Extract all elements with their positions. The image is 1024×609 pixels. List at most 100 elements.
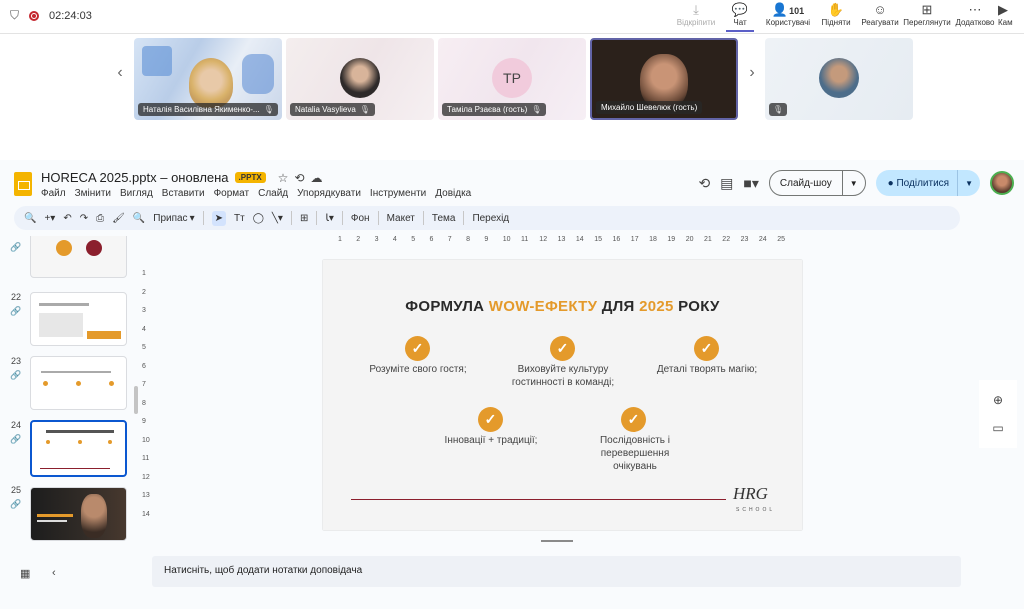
redo-icon[interactable]: ↷ <box>80 213 88 224</box>
move-icon[interactable]: ⟲ <box>294 171 310 185</box>
comment-add-icon[interactable]: ⊞ <box>300 213 308 224</box>
slides-editor: HORECA 2025.pptx – оновлена .PPTX ☆⟲☁ Фа… <box>0 160 1024 609</box>
menu-insert[interactable]: Вставити <box>162 188 205 199</box>
grid-view-icon[interactable]: ▦ <box>20 567 30 580</box>
ruler-tick-label: 3 <box>142 307 146 314</box>
ruler-tick-label: 10 <box>142 436 150 444</box>
comments-icon[interactable]: ▤ <box>720 175 733 192</box>
text-box-icon[interactable]: Tт <box>234 213 245 224</box>
slide-item[interactable]: Розуміте свого гостя; <box>361 363 475 376</box>
share-button[interactable]: ● Поділитися ▼ <box>875 170 980 196</box>
menu-view[interactable]: Вигляд <box>120 188 153 199</box>
new-slide-icon[interactable]: +▾ <box>44 213 55 224</box>
background-button[interactable]: Фон <box>351 213 370 224</box>
chevron-down-icon[interactable]: ▼ <box>841 171 865 195</box>
slide-thumbnail[interactable] <box>30 236 127 278</box>
ruler-tick-label: 17 <box>630 236 639 243</box>
participant-name-tag: Таміла Рзаєва (гость) 🎙 <box>442 103 547 116</box>
chat-button[interactable]: 💬 Чат <box>718 2 762 32</box>
select-tool-icon[interactable]: ➤ <box>211 210 226 226</box>
menu-file[interactable]: Файл <box>41 188 66 199</box>
slides-logo-icon[interactable] <box>14 172 32 196</box>
slideshow-button[interactable]: Слайд-шоу ▼ <box>768 170 866 196</box>
zoom-select[interactable]: Припас ▾ <box>153 213 194 224</box>
attachment-icon: 🔗 <box>10 499 22 509</box>
more-icon: ⋯ <box>968 2 982 17</box>
camera-button[interactable]: ▶ Кам <box>998 2 1024 27</box>
unpin-button[interactable]: ⤓ Відкріпити <box>674 2 718 27</box>
menu-format[interactable]: Формат <box>214 188 250 199</box>
account-avatar[interactable] <box>990 171 1014 195</box>
grid-icon: ⊞ <box>921 2 933 17</box>
recording-icon <box>29 10 40 21</box>
slide-thumbnail[interactable] <box>30 420 127 477</box>
layout-button[interactable]: Макет <box>387 213 415 224</box>
teams-toolbar: ⛉ 02:24:03 ⤓ Відкріпити 💬 Чат 👤101 Користув… <box>0 0 1024 34</box>
slide-thumbnail[interactable] <box>30 292 127 346</box>
vertical-ruler: 1 2 3 4 5 6 7 8 9 10 11 12 13 14 <box>140 260 152 530</box>
line-icon[interactable]: ╲▾ <box>272 213 283 224</box>
checkmark-icon: ✓ <box>478 407 503 432</box>
transition-button[interactable]: Перехід <box>472 213 509 224</box>
undo-icon[interactable]: ↶ <box>63 213 71 224</box>
react-button[interactable]: ☺ Реагувати <box>858 2 902 27</box>
slide-item[interactable]: Інновації + традиції; <box>427 434 555 447</box>
checkmark-icon: ✓ <box>405 336 430 361</box>
menu-slide[interactable]: Слайд <box>258 188 288 199</box>
notes-resize-handle[interactable] <box>541 540 573 542</box>
participants-button[interactable]: 👤101 Користувачі <box>762 2 814 27</box>
strip-next-icon[interactable]: › <box>744 64 760 82</box>
ruler-tick-label: 5 <box>411 236 416 243</box>
participant-name-tag: Natalia Vasylieva 🎙 <box>290 103 375 116</box>
menu-tools[interactable]: Інструменти <box>370 188 426 199</box>
checkmark-icon: ✓ <box>694 336 719 361</box>
slide-title[interactable]: ФОРМУЛА WOW-ЕФЕКТУ ДЛЯ 2025 РОКУ <box>323 298 802 315</box>
ruler-tick-label: 4 <box>142 325 146 333</box>
raise-hand-button[interactable]: ✋ Підняти <box>814 2 858 27</box>
more-button[interactable]: ⋯ Додатково <box>952 2 998 27</box>
theme-button[interactable]: Тема <box>432 213 456 224</box>
collapse-filmstrip-icon[interactable]: ‹ <box>52 567 56 579</box>
print-icon[interactable]: ⎙ <box>96 213 104 224</box>
slide-item[interactable]: Виховуйте культуру гостинності в команді… <box>497 363 629 389</box>
filmstrip-scrollbar[interactable] <box>134 386 138 414</box>
participant-tile[interactable]: 🎙 <box>765 38 913 120</box>
menu-edit[interactable]: Змінити <box>75 188 111 199</box>
participant-tile[interactable]: Наталія Василівна Якименко-... 🎙 <box>134 38 282 120</box>
slide-item[interactable]: Деталі творять магію; <box>655 363 759 376</box>
shape-icon[interactable]: ◯ <box>253 213 264 224</box>
menu-help[interactable]: Довідка <box>435 188 471 199</box>
participant-name-tag: Наталія Василівна Якименко-... 🎙 <box>138 103 278 116</box>
strip-prev-icon[interactable]: ‹ <box>112 64 128 82</box>
ruler-tick-label: 6 <box>429 236 434 243</box>
participant-avatar <box>340 58 380 98</box>
zoom-icon[interactable]: 🔍 <box>133 213 145 224</box>
participant-video <box>189 58 233 108</box>
input-tools-icon[interactable]: Ꙇ▾ <box>325 213 334 224</box>
cloud-icon[interactable]: ☁ <box>311 171 329 185</box>
ruler-tick-label: 22 <box>722 236 731 243</box>
unpin-icon: ⤓ <box>693 2 699 17</box>
participant-tile[interactable]: TP Таміла Рзаєва (гость) 🎙 <box>438 38 586 120</box>
search-icon[interactable]: 🔍 <box>24 213 36 224</box>
ruler-tick-label: 12 <box>142 473 150 481</box>
ruler-tick-label: 5 <box>142 344 146 351</box>
chevron-down-icon[interactable]: ▼ <box>957 170 980 196</box>
menu-arrange[interactable]: Упорядкувати <box>297 188 361 199</box>
meet-camera-icon[interactable]: ■▾ <box>743 175 758 192</box>
slide-item[interactable]: Послідовність і перевершення очікувань <box>585 434 685 473</box>
star-icon[interactable]: ☆ <box>278 171 295 185</box>
paint-format-icon[interactable]: 🖌 <box>112 213 125 224</box>
side-panel-folder-icon[interactable]: ▭ <box>979 408 1017 448</box>
history-icon[interactable]: ⟲ <box>698 175 710 192</box>
participant-tile-active[interactable]: Михайло Шевелюк (гость) <box>590 38 738 120</box>
view-button[interactable]: ⊞ Переглянути <box>902 2 952 27</box>
slide-thumbnail[interactable] <box>30 356 127 410</box>
attachment-icon: 🔗 <box>10 242 22 252</box>
participants-count: 101 <box>789 6 805 16</box>
slide-canvas[interactable]: ФОРМУЛА WOW-ЕФЕКТУ ДЛЯ 2025 РОКУ ✓ Розум… <box>323 260 802 530</box>
speaker-notes[interactable]: Натисніть, щоб додати нотатки доповідача <box>152 556 961 587</box>
participant-tile[interactable]: Natalia Vasylieva 🎙 <box>286 38 434 120</box>
slide-thumbnail[interactable] <box>30 487 127 541</box>
document-title[interactable]: HORECA 2025.pptx – оновлена <box>41 170 229 185</box>
